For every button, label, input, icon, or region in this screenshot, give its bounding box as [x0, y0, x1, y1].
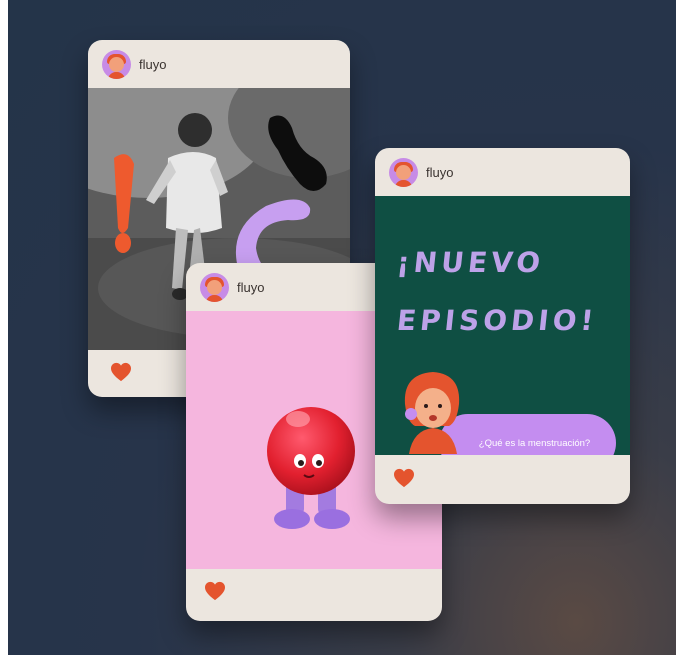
heart-icon[interactable]	[110, 362, 132, 382]
post-header: fluyo	[375, 148, 630, 196]
girl-illustration-icon	[404, 372, 460, 454]
heart-icon[interactable]	[393, 468, 415, 488]
username[interactable]: fluyo	[426, 165, 453, 180]
headline-line-2: EPISODIO!	[395, 304, 600, 337]
heart-icon[interactable]	[204, 581, 226, 601]
avatar-icon[interactable]	[102, 49, 131, 79]
avatar-icon[interactable]	[389, 157, 418, 187]
username[interactable]: fluyo	[139, 57, 166, 72]
post-card-episode[interactable]: fluyo ¡NUEVO EPISODIO! ¿Qué es la menstr…	[375, 148, 630, 504]
post-header: fluyo	[88, 40, 350, 88]
post-image: ¡NUEVO EPISODIO! ¿Qué es la menstruación…	[375, 196, 630, 455]
headline-line-1: ¡NUEVO	[395, 246, 546, 279]
username[interactable]: fluyo	[237, 280, 264, 295]
avatar-icon[interactable]	[200, 272, 229, 302]
background-canvas: fluyo fluyo fluyo ¡NUEVO EPISODIO! ¿Qué …	[8, 0, 676, 655]
episode-topic-text: ¿Qué es la menstruación?	[478, 437, 591, 449]
